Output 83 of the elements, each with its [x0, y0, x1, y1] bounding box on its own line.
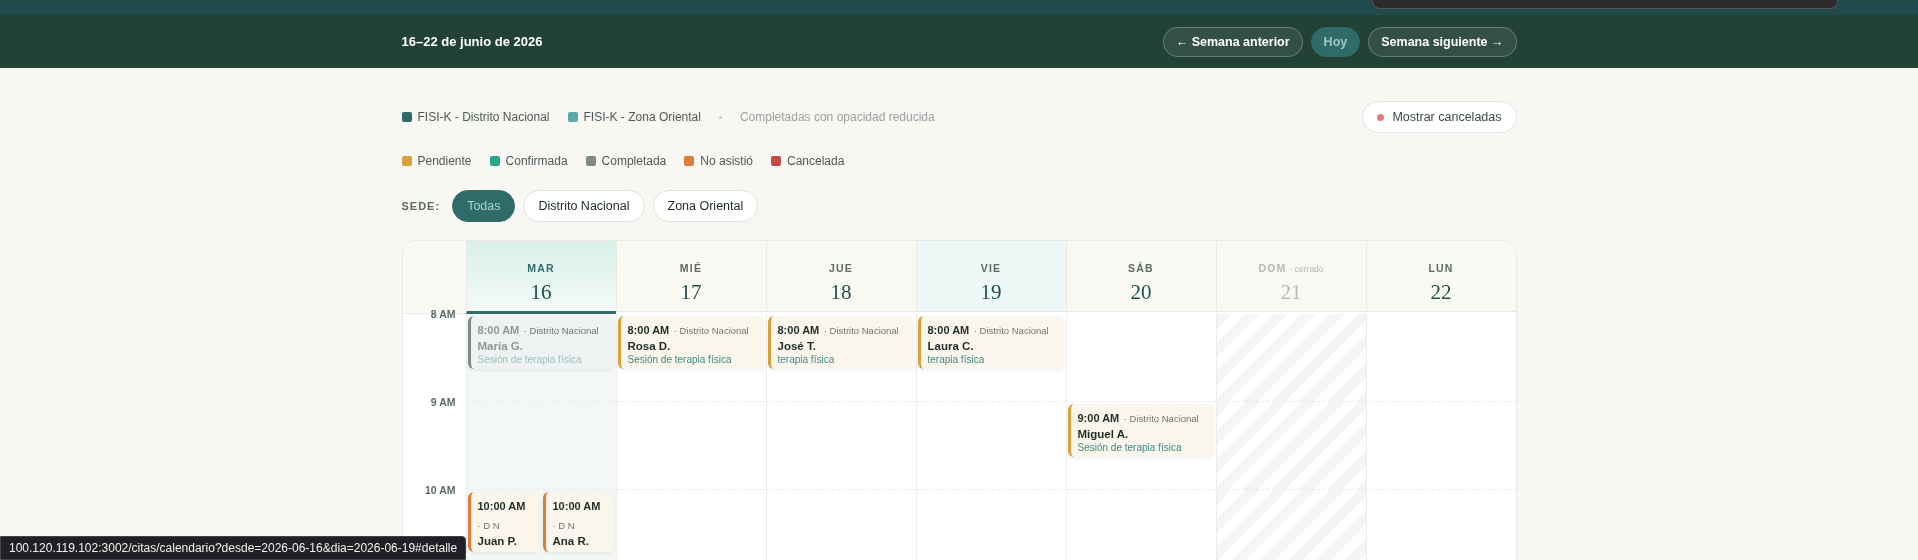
appointment-card[interactable]: 10:00 AM · D N Juan P. — [467, 492, 539, 553]
service-name: terapia física — [777, 354, 836, 366]
time-slot[interactable] — [1365, 402, 1516, 490]
filter-chip[interactable]: Distrito Nacional — [523, 190, 645, 222]
day-header[interactable]: MAR 16 — [465, 241, 616, 314]
weekday-label: LUN — [1428, 261, 1454, 274]
weekday-label: MIÉ — [679, 261, 703, 274]
appointment-location: · Distrito Nacional — [823, 325, 899, 336]
day-number: 20 — [1130, 279, 1152, 305]
weekday-label: MAR — [527, 261, 555, 274]
appointment-location: · D N — [552, 520, 575, 532]
weekday-label: JUE — [829, 261, 853, 274]
appointment-location: · Distrito Nacional — [1123, 413, 1199, 424]
day-number: 21 — [1280, 279, 1302, 305]
service-name: terapia física — [927, 354, 986, 366]
day-number: 17 — [680, 279, 702, 305]
patient-name: José T. — [777, 340, 817, 354]
appointment-time: 10:00 AM — [552, 500, 601, 512]
appointment-time: 8:00 AM — [927, 324, 970, 336]
legend-note: Completadas con opacidad reducida — [739, 110, 935, 124]
appointment-location: · Distrito Nacional — [673, 325, 749, 336]
weekday-label: DOM — [1258, 261, 1287, 274]
time-slot[interactable]: 9:00 AM · Distrito Nacional Miguel A. Sesión de terapia física — [1065, 402, 1216, 490]
time-label: 10 AM — [423, 484, 456, 496]
time-slot[interactable]: 8:00 AM · Distrito Nacional José T. terapia física — [765, 314, 916, 402]
patient-name: María G. — [477, 340, 524, 354]
date-range: 16–22 de junio de 2026 — [401, 34, 543, 49]
filter-label: SEDE: — [401, 200, 441, 212]
day-number: 18 — [830, 279, 852, 305]
appointment-card[interactable]: 8:00 AM · Distrito Nacional Rosa D. Sesión de terapia física — [617, 316, 764, 369]
appointment-location: · Distrito Nacional — [973, 325, 1049, 336]
day-number: 16 — [530, 279, 552, 305]
appointment-card[interactable]: 8:00 AM · Distrito Nacional Laura C. terapia física — [917, 316, 1064, 369]
patient-name: Laura C. — [927, 340, 975, 354]
service-name: Sesión de terapia física — [477, 354, 583, 366]
time-slot[interactable] — [1365, 314, 1516, 402]
legend-label: Confirmada — [505, 154, 568, 168]
day-header[interactable]: JUE 18 — [765, 241, 916, 312]
day-number: 22 — [1430, 279, 1452, 305]
day-header[interactable]: VIE 19 — [915, 241, 1066, 312]
legend-label: Completada — [601, 154, 667, 168]
appointment-card[interactable]: 9:00 AM · Distrito Nacional Miguel A. Sesión de terapia física — [1067, 404, 1214, 457]
day-header[interactable]: LUN 22 — [1365, 241, 1516, 312]
patient-name: Rosa D. — [627, 340, 672, 354]
service-name: Sesión de terapia física — [627, 354, 733, 366]
patient-name: Miguel A. — [1077, 428, 1130, 442]
show-cancelled-button[interactable]: Mostrar canceladas — [1362, 101, 1517, 133]
legend-label: Cancelada — [787, 154, 845, 168]
day-header[interactable]: SÁB 20 — [1065, 241, 1216, 312]
patient-name: Juan P. — [477, 535, 518, 550]
service-name: Sesión de terapia física — [1077, 442, 1183, 454]
patient-name: Ana R. — [552, 535, 590, 550]
appointment-location: · D N — [477, 520, 500, 532]
time-label: 8 AM — [429, 308, 456, 320]
legend-label: FISI-K - Distrito Nacional — [417, 110, 550, 124]
time-slot[interactable]: 10:00 AM · D N Juan P. 10:00 AM · D N Ana R. — [465, 490, 616, 560]
weekday-label: SÁB — [1128, 261, 1154, 274]
time-slot[interactable]: 8:00 AM · Distrito Nacional María G. Sesión de terapia física — [465, 314, 616, 402]
closed-label: · cerrado — [1289, 263, 1324, 274]
week-nav-button[interactable]: Semana siguiente → — [1368, 26, 1517, 57]
appointment-time: 8:00 AM — [777, 324, 820, 336]
weekday-label: VIE — [980, 261, 1002, 274]
appointment-time: 8:00 AM — [627, 324, 670, 336]
time-label: 9 AM — [429, 396, 456, 408]
legend-label: No asistió — [700, 154, 753, 168]
appointment-card[interactable]: 8:00 AM · Distrito Nacional María G. Sesión de terapia física — [467, 316, 614, 369]
filter-chip[interactable]: Todas — [452, 190, 516, 222]
legend-label: Pendiente — [417, 154, 472, 168]
appointment-card[interactable]: 8:00 AM · Distrito Nacional José T. terapia física — [767, 316, 914, 369]
week-nav-button[interactable]: ← Semana anterior — [1162, 26, 1303, 57]
appointment-time: 10:00 AM — [477, 500, 526, 512]
appointment-location: · Distrito Nacional — [523, 325, 599, 336]
day-number: 19 — [980, 279, 1002, 305]
appointment-time: 8:00 AM — [477, 324, 520, 336]
legend-label: FISI-K - Zona Oriental — [583, 110, 701, 124]
separator-dot — [718, 115, 722, 119]
appointment-time: 9:00 AM — [1077, 412, 1120, 424]
appointment-card[interactable]: 10:00 AM · D N Ana R. — [542, 492, 614, 553]
time-slot[interactable]: 8:00 AM · Distrito Nacional Rosa D. Sesión de terapia física — [615, 314, 766, 402]
filter-chip[interactable]: Zona Oriental — [652, 190, 759, 222]
day-header[interactable]: MIÉ 17 — [615, 241, 766, 312]
time-slot[interactable]: 8:00 AM · Distrito Nacional Laura C. terapia física — [915, 314, 1066, 402]
status-url: 100.120.119.102:3002/citas/calendario?desde=2026-06-16&dia=2026-06-19#detalle — [0, 536, 467, 560]
